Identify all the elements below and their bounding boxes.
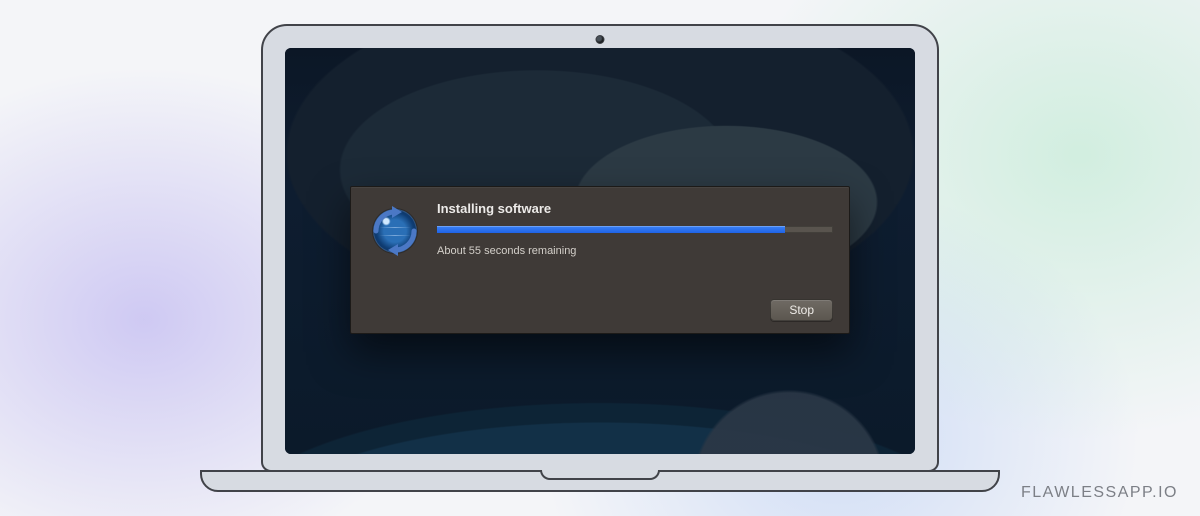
stop-button[interactable]: Stop xyxy=(770,299,833,321)
laptop-lid: Installing software About 55 seconds rem… xyxy=(261,24,939,472)
laptop-camera xyxy=(596,35,605,44)
laptop-screen: Installing software About 55 seconds rem… xyxy=(285,48,915,454)
laptop-base xyxy=(200,470,1000,492)
dialog-title: Installing software xyxy=(437,201,833,216)
progress-fill xyxy=(437,226,785,233)
progress-bar xyxy=(437,226,833,233)
installer-dialog: Installing software About 55 seconds rem… xyxy=(350,186,850,334)
watermark-text: FLAWLESSAPP.IO xyxy=(1021,484,1178,502)
progress-status: About 55 seconds remaining xyxy=(437,245,833,257)
software-update-icon xyxy=(367,203,423,259)
laptop-notch xyxy=(540,470,660,480)
laptop-illustration: Installing software About 55 seconds rem… xyxy=(261,24,939,492)
